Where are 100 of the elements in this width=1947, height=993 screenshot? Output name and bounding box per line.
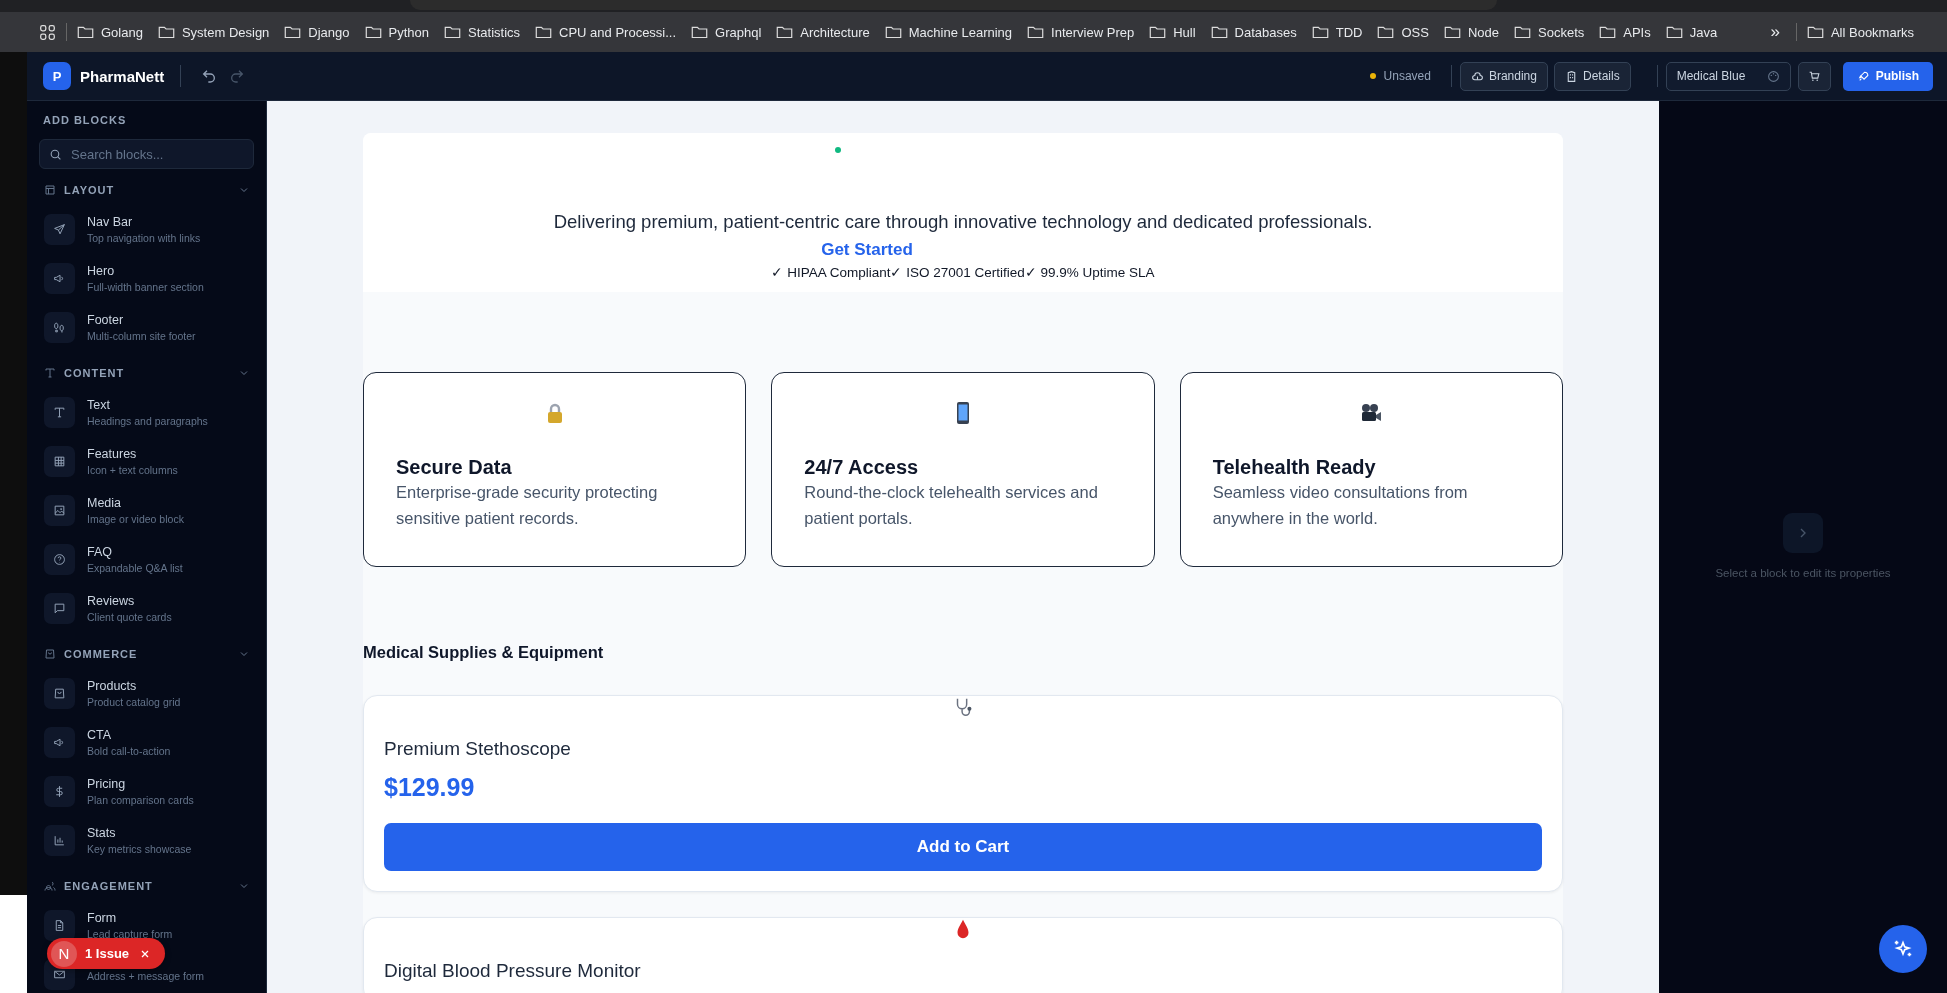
- trust-badges: ✓ HIPAA Compliant✓ ISO 27001 Certified✓ 99.9% Uptime SLA: [363, 264, 1563, 282]
- bookmark[interactable]: Node: [1443, 24, 1499, 40]
- megaphone-icon[interactable]: [44, 727, 75, 758]
- bookmark[interactable]: Sockets: [1514, 24, 1585, 40]
- folder-icon: [1514, 25, 1531, 39]
- folder-icon: [1027, 25, 1045, 39]
- bookmark[interactable]: Django: [284, 24, 350, 40]
- folder-icon: [1443, 25, 1461, 39]
- block-description: Expandable Q&A list: [87, 562, 183, 574]
- block-description: Plan comparison cards: [87, 794, 194, 806]
- block-title[interactable]: Products: [87, 679, 181, 693]
- feature-text: Seamless video consultations from anywhere in the world.: [1212, 482, 1469, 529]
- paper-plane-icon[interactable]: [44, 214, 75, 245]
- feature-title: Secure Data: [396, 455, 513, 479]
- block-title[interactable]: Reviews: [87, 594, 172, 608]
- bookmark[interactable]: Architecture: [776, 24, 870, 40]
- issue-count[interactable]: 1 Issue: [85, 946, 130, 961]
- cart-icon: [1807, 69, 1821, 83]
- apps-grid-icon[interactable]: [39, 23, 56, 41]
- document-icon[interactable]: [44, 910, 75, 941]
- bookmark[interactable]: System Design: [157, 24, 270, 40]
- save-status: Unsaved: [1383, 69, 1431, 83]
- block-description: Full-width banner section: [87, 281, 204, 293]
- block-title[interactable]: Features: [87, 447, 178, 461]
- cloud-icon: [1470, 69, 1484, 83]
- section-label: LAYOUT: [64, 184, 116, 196]
- ai-assistant-button[interactable]: [1879, 925, 1927, 973]
- block-title[interactable]: Stats: [87, 826, 192, 840]
- bookmark[interactable]: OSS: [1377, 24, 1429, 40]
- bookmark[interactable]: Databases: [1210, 24, 1297, 40]
- block-description: Multi-column site footer: [87, 330, 196, 342]
- all-bookmarks[interactable]: All Bookmarks: [1806, 24, 1914, 40]
- folder-icon: [691, 25, 709, 39]
- get-started-link[interactable]: Get Started: [821, 239, 913, 261]
- bookmark[interactable]: Graphql: [691, 24, 762, 40]
- cart-button[interactable]: [1797, 61, 1831, 91]
- bookmark[interactable]: TDD: [1311, 24, 1363, 40]
- product-name: Digital Blood Pressure Monitor: [384, 959, 642, 982]
- users-icon: [44, 880, 56, 892]
- dollar-icon[interactable]: [44, 776, 75, 807]
- section-label: CONTENT: [64, 367, 126, 379]
- bookmark[interactable]: Statistics: [444, 24, 521, 40]
- hero-tagline: Delivering premium, patient-centric care through innovative technology and dedicated professionals.: [552, 210, 1374, 234]
- block-title[interactable]: Nav Bar: [87, 215, 201, 229]
- bookmark[interactable]: Hull: [1149, 24, 1196, 40]
- bar-chart-icon[interactable]: [44, 825, 75, 856]
- block-title[interactable]: Text: [87, 398, 208, 412]
- products-heading: Medical Supplies & Equipment: [363, 642, 605, 663]
- folder-icon: [535, 25, 553, 39]
- folder-icon: [364, 25, 382, 39]
- palette-icon: [1766, 69, 1780, 83]
- block-title[interactable]: FAQ: [87, 545, 183, 559]
- bookmark[interactable]: APIs: [1599, 24, 1651, 40]
- bag-icon[interactable]: [44, 678, 75, 709]
- bookmark[interactable]: Interview Prep: [1027, 24, 1135, 40]
- block-title[interactable]: Hero: [87, 264, 204, 278]
- text-icon: [44, 367, 56, 379]
- toolbar-button[interactable]: Details: [1553, 61, 1631, 91]
- folder-icon: [157, 25, 175, 39]
- rocket-icon: [1856, 69, 1870, 83]
- inspector-hint: Select a block to edit its properties: [1715, 567, 1891, 579]
- folder-icon: [1599, 25, 1617, 39]
- publish-button[interactable]: Publish: [1842, 61, 1933, 91]
- logo-badge: P: [43, 62, 71, 90]
- block-title[interactable]: Media: [87, 496, 184, 510]
- n-logo[interactable]: N: [51, 940, 77, 967]
- toolbar-button[interactable]: Branding: [1459, 61, 1548, 91]
- bookmark[interactable]: Golang: [77, 24, 143, 40]
- more-bookmarks-button[interactable]: »: [1770, 22, 1780, 42]
- megaphone-icon[interactable]: [44, 263, 75, 294]
- add-to-cart-button[interactable]: Add to Cart: [384, 823, 1542, 871]
- block-title[interactable]: Pricing: [87, 777, 194, 791]
- block-description: Headings and paragraphs: [87, 415, 208, 427]
- image-icon[interactable]: [44, 495, 75, 526]
- block-title[interactable]: Form: [87, 911, 173, 925]
- bookmark[interactable]: CPU and Processi...: [535, 24, 677, 40]
- folder-icon: [284, 25, 302, 39]
- help-icon[interactable]: [44, 544, 75, 575]
- bag-icon: [44, 648, 56, 660]
- text-icon[interactable]: [44, 397, 75, 428]
- block-title[interactable]: Footer: [87, 313, 196, 327]
- theme-select[interactable]: Medical Blue: [1665, 61, 1791, 91]
- bookmark[interactable]: Machine Learning: [884, 24, 1013, 40]
- folder-icon: [1377, 25, 1395, 39]
- bookmark[interactable]: Java: [1665, 24, 1718, 40]
- sidebar-title: ADD BLOCKS: [42, 114, 128, 126]
- feature-title: 24/7 Access: [804, 455, 920, 479]
- block-description: Product catalog grid: [87, 696, 181, 708]
- block-description: Address + message form: [87, 970, 204, 982]
- chat-bubble-icon[interactable]: [44, 593, 75, 624]
- redo-icon[interactable]: [229, 68, 246, 84]
- section-label: ENGAGEMENT: [64, 880, 154, 892]
- search-field[interactable]: Search blocks...: [39, 139, 254, 169]
- block-description: Icon + text columns: [87, 464, 178, 476]
- undo-icon[interactable]: [201, 68, 218, 84]
- bookmark[interactable]: Python: [364, 24, 430, 40]
- grid-icon[interactable]: [44, 446, 75, 477]
- block-title[interactable]: CTA: [87, 728, 171, 742]
- footprints-icon[interactable]: [44, 312, 75, 343]
- issues-toast[interactable]: N 1 Issue: [47, 938, 165, 969]
